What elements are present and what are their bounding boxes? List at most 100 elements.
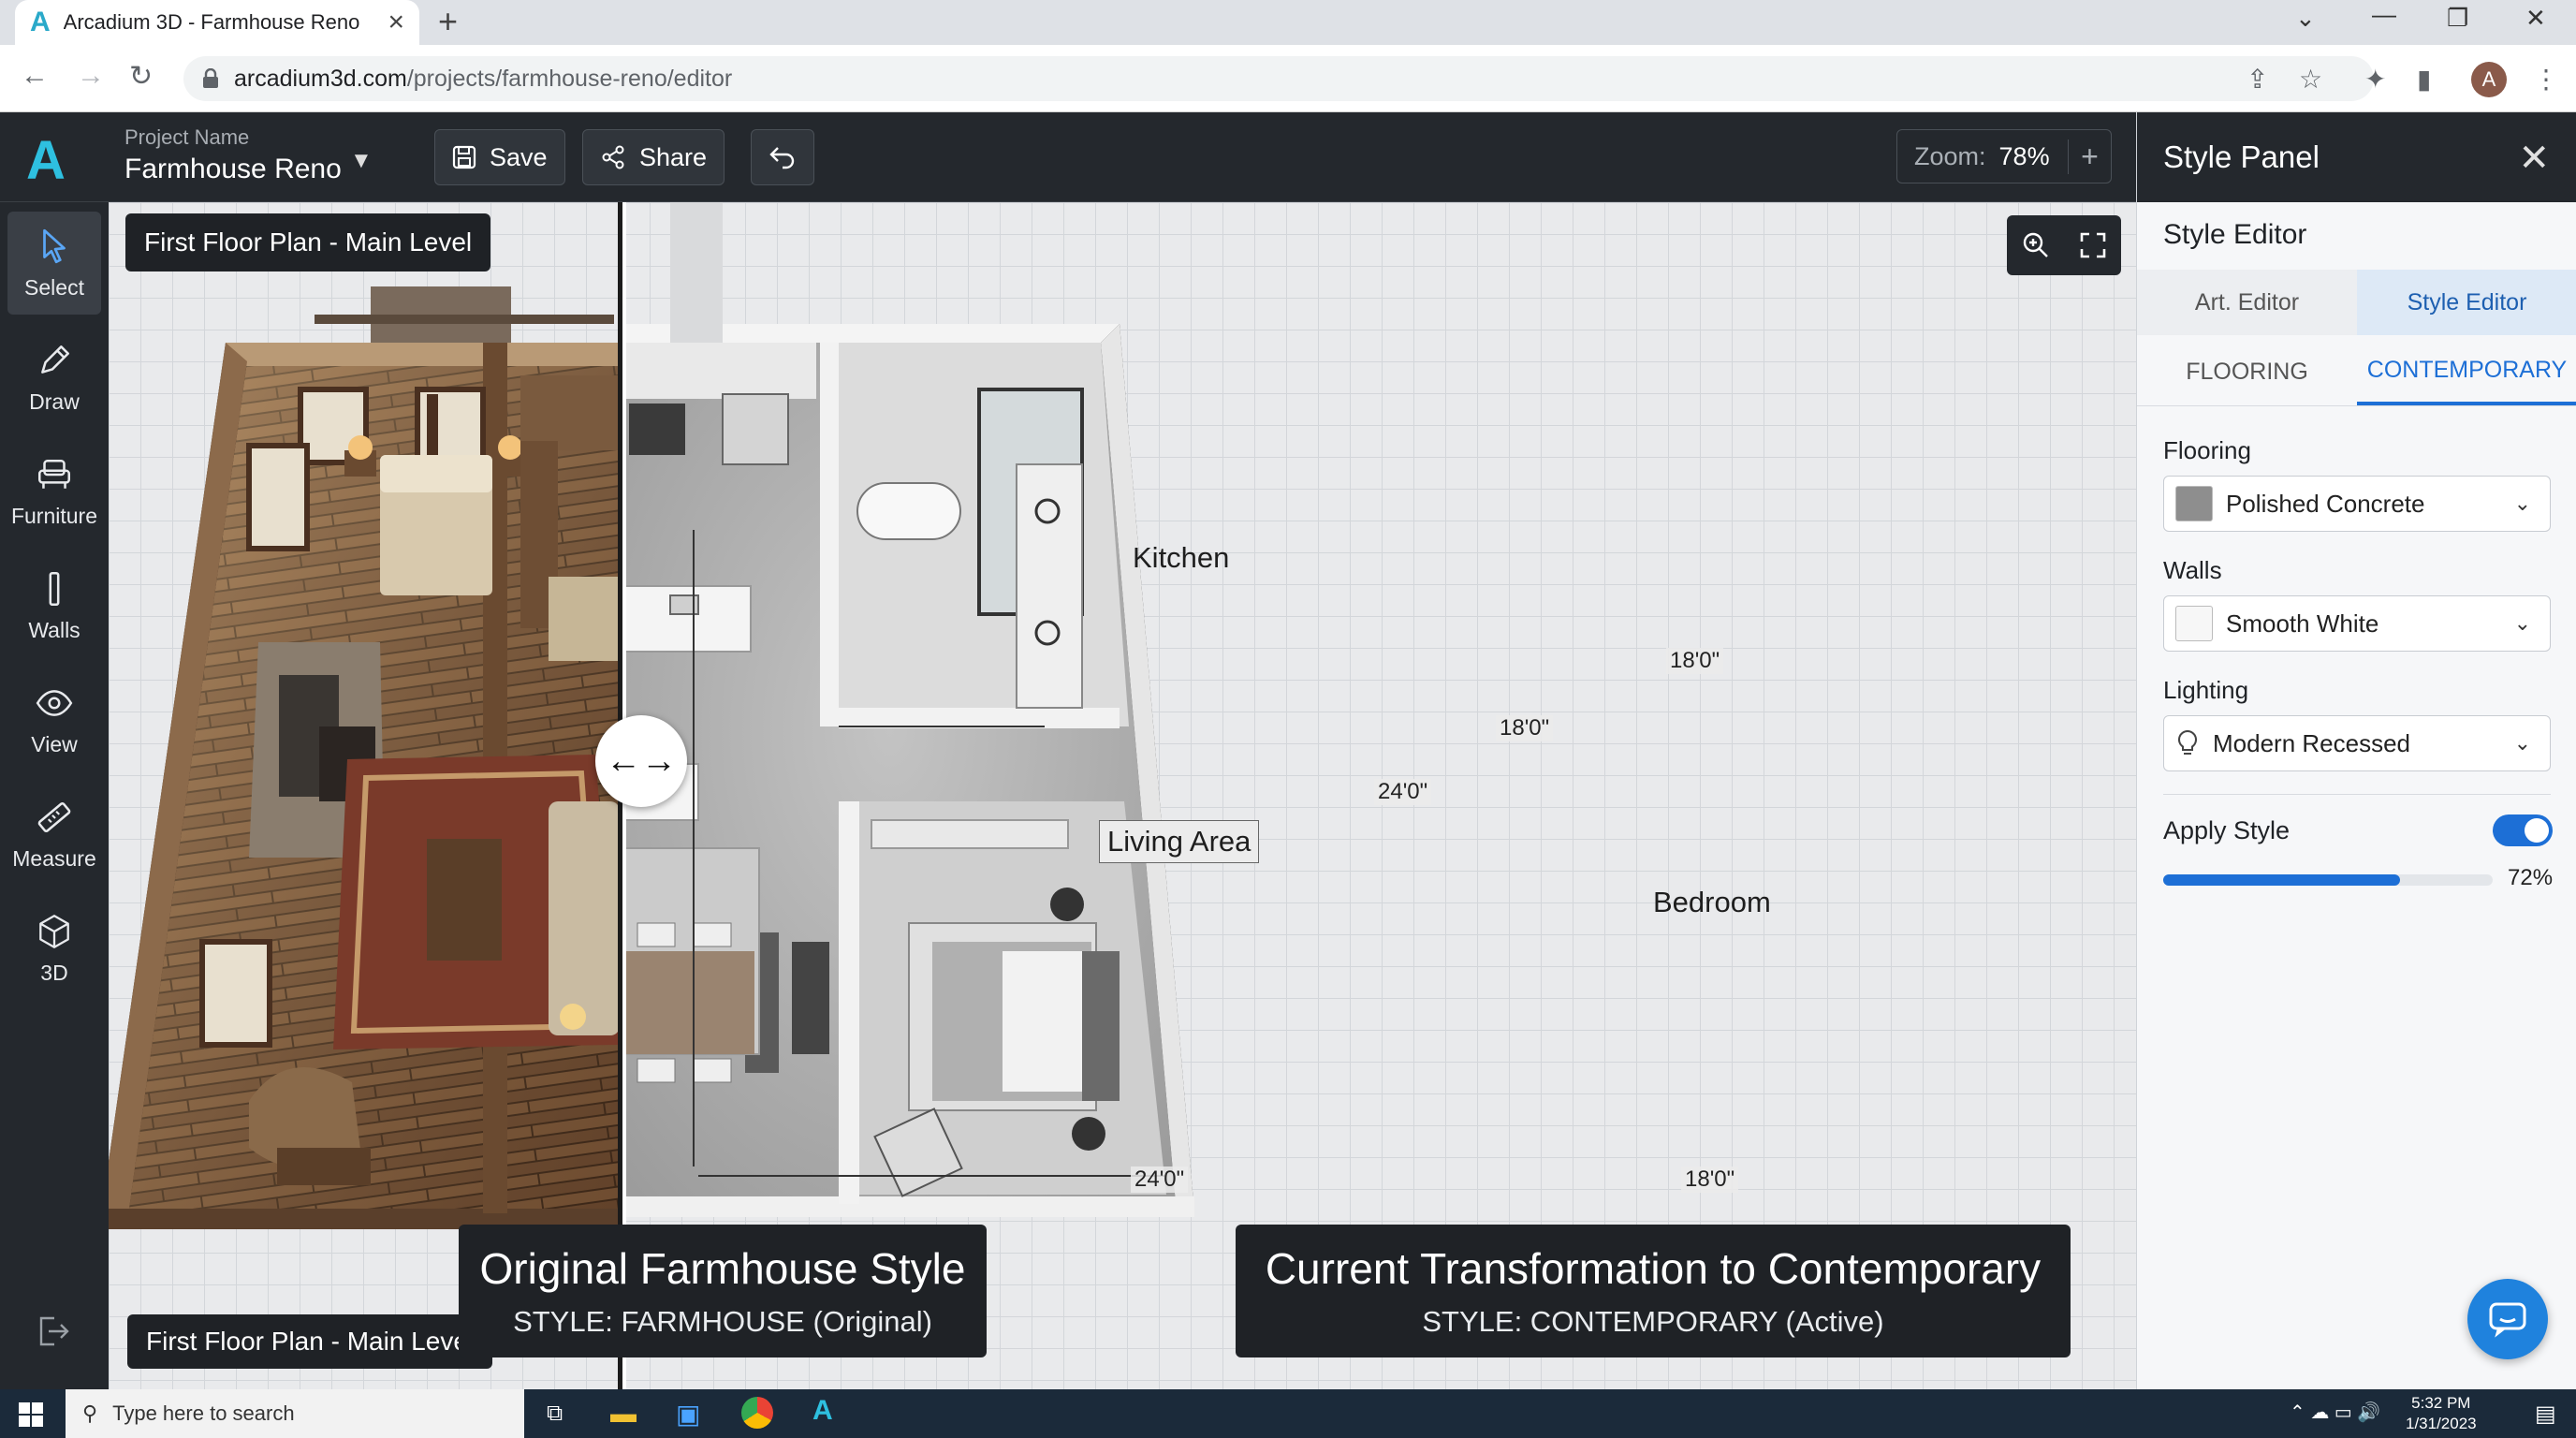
project-name[interactable]: Farmhouse Reno <box>124 154 342 185</box>
style-panel: Style Panel ✕ Style Editor Art. Editor S… <box>2136 112 2576 1389</box>
caption-title: Current Transformation to Contemporary <box>1265 1244 2042 1293</box>
apply-style-toggle[interactable] <box>2493 814 2553 846</box>
compare-slider-handle[interactable]: ←→ <box>595 715 687 807</box>
zoom-in-icon[interactable] <box>2021 230 2051 260</box>
windows-start-icon[interactable] <box>19 1402 43 1427</box>
dimension-label: 18'0" <box>1666 648 1724 674</box>
clock-date: 1/31/2023 <box>2406 1415 2477 1432</box>
browser-menu-icon[interactable]: ⋮ <box>2533 64 2559 95</box>
reload-icon[interactable]: ↻ <box>129 60 153 93</box>
room-label-bedroom: Bedroom <box>1653 886 1771 918</box>
tool-label: Measure <box>12 845 96 871</box>
os-taskbar: ⚲ Type here to search ⧉ ▬ ▣ A ⌃ ☁ ▭ 🔊 5:… <box>0 1389 2576 1438</box>
url-host: arcadium3d.com <box>234 65 407 92</box>
tab-contemporary[interactable]: CONTEMPORARY <box>2357 339 2576 405</box>
restore-icon[interactable]: ❐ <box>2447 4 2468 33</box>
undo-icon <box>769 147 795 169</box>
exit-icon[interactable] <box>34 1313 71 1350</box>
editor-tabs: Art. Editor Style Editor <box>2137 270 2576 335</box>
tool-measure[interactable]: Measure <box>7 783 101 886</box>
fullscreen-icon[interactable] <box>2079 231 2107 259</box>
caption-subtitle: STYLE: CONTEMPORARY (Active) <box>1422 1305 1884 1338</box>
url-field[interactable]: arcadium3d.com/projects/farmhouse-reno/e… <box>183 56 2374 101</box>
tool-draw[interactable]: Draw <box>7 326 101 429</box>
tool-label: Walls <box>28 617 80 642</box>
caption-farmhouse: Original Farmhouse Style STYLE: FARMHOUS… <box>459 1225 987 1357</box>
save-button[interactable]: Save <box>434 129 565 185</box>
notifications-icon[interactable]: ▤ <box>2535 1401 2556 1428</box>
floor-label-bottom: First Floor Plan - Main Level <box>127 1314 493 1369</box>
browser-tab[interactable]: A Arcadium 3D - Farmhouse Reno × <box>15 0 419 45</box>
profile-avatar[interactable]: A <box>2471 62 2507 97</box>
minimize-icon[interactable]: — <box>2372 0 2396 29</box>
project-dropdown-icon[interactable]: ▼ <box>350 148 373 174</box>
system-tray-icons[interactable]: ⌃ ☁ ▭ 🔊 <box>2290 1401 2380 1424</box>
room-label-living: Living Area <box>1099 820 1260 863</box>
close-window-icon[interactable]: ✕ <box>2525 4 2546 33</box>
flooring-select[interactable]: Polished Concrete ⌄ <box>2163 476 2551 532</box>
close-tab-icon[interactable]: × <box>388 7 404 38</box>
walls-select[interactable]: Smooth White ⌄ <box>2163 595 2551 652</box>
close-icon[interactable]: ✕ <box>2518 137 2550 180</box>
share-page-icon[interactable]: ⇪ <box>2247 64 2268 95</box>
file-explorer-icon[interactable]: ▬ <box>610 1399 637 1429</box>
bookmark-star-icon[interactable]: ☆ <box>2299 64 2322 95</box>
save-label: Save <box>490 142 548 171</box>
left-right-arrows-icon: ←→ <box>606 741 677 781</box>
project-name-label: Project Name <box>124 125 250 149</box>
chevron-down-icon: ⌄ <box>2513 611 2531 635</box>
side-panel-icon[interactable]: ▮ <box>2417 64 2431 95</box>
tab-flooring[interactable]: FLOORING <box>2137 339 2357 405</box>
zoom-in-button[interactable]: + <box>2068 139 2111 174</box>
task-view-icon[interactable]: ⧉ <box>547 1401 563 1427</box>
tab-style-editor[interactable]: Style Editor <box>2357 270 2576 335</box>
back-icon[interactable]: ← <box>21 60 49 92</box>
extensions-icon[interactable]: ✦ <box>2364 64 2386 95</box>
tool-3d[interactable]: 3D <box>7 897 101 1000</box>
floor-label-top: First Floor Plan - Main Level <box>125 213 491 271</box>
undo-button[interactable] <box>751 129 814 185</box>
style-panel-title: Style Panel <box>2163 139 2320 174</box>
style-panel-header: Style Panel <box>2137 112 2576 202</box>
tool-walls[interactable]: Walls <box>7 554 101 657</box>
canvas-view-controls <box>2007 215 2121 275</box>
new-tab-icon[interactable]: + <box>438 2 458 41</box>
tool-view[interactable]: View <box>7 668 101 771</box>
tool-sidebar: Select Draw Furniture Walls View Measure… <box>0 202 109 1389</box>
app-logo[interactable]: A <box>26 129 66 192</box>
chevron-down-icon: ⌄ <box>2513 492 2531 515</box>
chat-support-button[interactable] <box>2467 1279 2548 1359</box>
store-icon[interactable]: ▣ <box>676 1399 700 1430</box>
tool-label: Select <box>24 274 84 300</box>
chrome-icon[interactable] <box>741 1397 773 1429</box>
caption-title: Original Farmhouse Style <box>479 1244 966 1293</box>
slider-fill <box>2163 874 2401 886</box>
app-window: A Arcadium 3D - Farmhouse Reno × + ⌄ — ❐… <box>0 0 2576 1438</box>
pencil-icon <box>41 345 69 374</box>
tool-label: Furniture <box>10 503 98 528</box>
zoom-control: Zoom: 78% + <box>1896 129 2112 183</box>
eye-icon <box>36 689 73 716</box>
lighting-select[interactable]: Modern Recessed ⌄ <box>2163 715 2551 771</box>
dimension-label: 18'0" <box>1681 1167 1739 1193</box>
arcadium-taskbar-icon[interactable]: A <box>812 1395 833 1427</box>
tab-art-editor[interactable]: Art. Editor <box>2137 270 2357 335</box>
tool-select[interactable]: Select <box>7 212 101 315</box>
share-icon <box>602 145 624 169</box>
tab-search-icon[interactable]: ⌄ <box>2295 4 2316 33</box>
zoom-value[interactable]: 78% <box>1999 142 2050 171</box>
design-canvas[interactable]: ←→ Kitchen Living Area Bedroom 18'0" 18'… <box>109 202 2136 1389</box>
share-label: Share <box>639 142 708 171</box>
tool-label: View <box>31 731 78 756</box>
search-placeholder: Type here to search <box>112 1401 295 1425</box>
taskbar-search[interactable]: ⚲ Type here to search <box>66 1389 524 1438</box>
save-icon <box>452 145 476 169</box>
style-strength-slider[interactable] <box>2163 874 2493 886</box>
forward-icon[interactable]: → <box>77 60 105 92</box>
taskbar-clock[interactable]: 5:32 PM 1/31/2023 <box>2406 1393 2477 1434</box>
style-tabs: FLOORING CONTEMPORARY <box>2137 339 2576 406</box>
floor-plan-render <box>109 202 1194 1389</box>
share-button[interactable]: Share <box>582 129 725 185</box>
tool-furniture[interactable]: Furniture <box>7 440 101 543</box>
cursor-icon <box>43 228 66 263</box>
